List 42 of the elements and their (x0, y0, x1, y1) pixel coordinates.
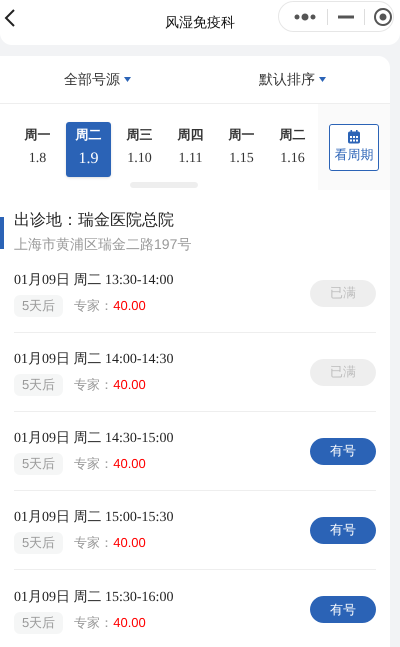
date-tab[interactable]: 周二 1.9 (66, 122, 111, 177)
days-tag: 5天后 (14, 295, 64, 317)
date-tab[interactable]: 周三 1.10 (117, 122, 162, 177)
location-title: 出诊地：瑞金医院总院 (14, 210, 175, 231)
location-address: 上海市黄浦区瑞金二路197号 (14, 235, 192, 254)
slot-time: 01月09日 周二 15:00-15:30 (14, 509, 174, 527)
days-tag: 5天后 (14, 374, 64, 396)
date-tab[interactable]: 周一 1.15 (219, 122, 264, 177)
booking-button[interactable]: 有号 (310, 516, 376, 544)
close-circle-icon[interactable] (373, 6, 393, 26)
fee-amount: 40.00 (113, 614, 146, 632)
fee-label: 专家： (74, 297, 114, 316)
days-tag: 5天后 (14, 532, 64, 554)
caret-icon (124, 77, 131, 82)
booking-button[interactable]: 有号 (310, 438, 376, 464)
calendar-button[interactable]: 看周期 (329, 124, 379, 171)
fee-label: 专家： (74, 614, 114, 632)
fee-label: 专家： (74, 376, 114, 394)
slot-time: 01月09日 周二 15:30-16:00 (14, 588, 174, 606)
fee-label: 专家： (74, 455, 114, 474)
caret-icon (319, 77, 326, 82)
days-tag: 5天后 (14, 453, 64, 475)
booking-button[interactable]: 有号 (310, 596, 376, 623)
slot-time: 01月09日 周二 14:00-14:30 (14, 351, 174, 369)
section-marker (0, 217, 4, 249)
fee-amount: 40.00 (113, 376, 146, 394)
date-tab[interactable]: 周一 1.8 (15, 122, 60, 177)
minimize-icon[interactable] (338, 14, 354, 18)
page-title: 风湿免疫科 (165, 13, 235, 32)
filter-dropdown[interactable]: 默认排序 (195, 56, 390, 103)
fee-amount: 40.00 (113, 455, 146, 474)
back-icon[interactable] (4, 8, 16, 28)
fee-amount: 40.00 (113, 534, 146, 552)
date-tab[interactable]: 周二 1.16 (270, 122, 315, 177)
slot-time: 01月09日 周二 14:30-15:00 (14, 430, 174, 448)
calendar-icon (347, 130, 361, 144)
filter-dropdown[interactable]: 全部号源 (0, 56, 195, 103)
fee-label: 专家： (74, 534, 114, 552)
slot-time: 01月09日 周二 13:30-14:00 (14, 272, 174, 290)
date-tab[interactable]: 周四 1.11 (168, 122, 213, 177)
days-tag: 5天后 (14, 612, 64, 634)
fee-amount: 40.00 (113, 297, 146, 316)
